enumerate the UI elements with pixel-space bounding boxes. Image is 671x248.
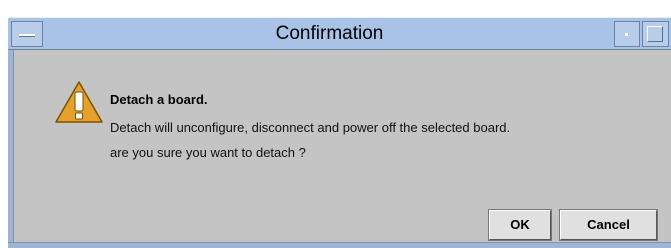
warning-triangle-icon (55, 81, 103, 123)
message-heading: Detach a board. (110, 92, 208, 107)
title-bar[interactable]: Confirmation (8, 17, 671, 50)
minimize-icon[interactable] (614, 21, 640, 47)
message-line-1: Detach will unconfigure, disconnect and … (110, 120, 511, 135)
confirmation-dialog: Confirmation Detach a board. Detach will… (0, 0, 671, 248)
maximize-icon[interactable] (642, 21, 669, 47)
dialog-title: Confirmation (275, 23, 384, 44)
bottom-border[interactable] (8, 242, 671, 248)
left-border[interactable] (8, 50, 14, 248)
cancel-button[interactable]: Cancel (559, 209, 658, 241)
window-menu-icon[interactable] (11, 21, 43, 47)
ok-button[interactable]: OK (488, 209, 552, 241)
message-line-2: are you sure you want to detach ? (110, 145, 306, 160)
